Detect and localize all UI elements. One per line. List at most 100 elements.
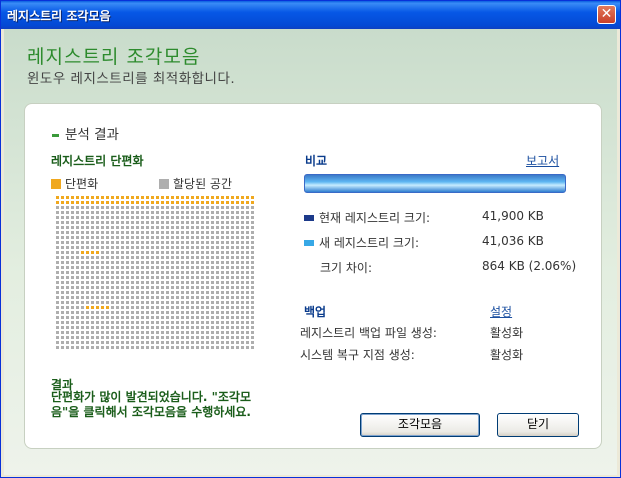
report-link[interactable]: 보고서 (526, 152, 559, 169)
allocated-block (76, 306, 79, 309)
allocated-block (146, 336, 149, 339)
allocated-block (116, 341, 119, 344)
comparison-title: 비교 (305, 154, 328, 168)
allocated-block (196, 246, 199, 249)
allocated-block (241, 326, 244, 329)
allocated-block (66, 241, 69, 244)
allocated-block (241, 336, 244, 339)
allocated-block (146, 311, 149, 314)
allocated-block (106, 251, 109, 254)
allocated-block (241, 291, 244, 294)
allocated-block (121, 206, 124, 209)
defrag-button[interactable]: 조각모음 (360, 413, 480, 437)
fragmented-block (216, 196, 219, 199)
allocated-block (186, 341, 189, 344)
allocated-block (236, 296, 239, 299)
allocated-block (161, 281, 164, 284)
fragmented-block (131, 201, 134, 204)
allocated-block (221, 336, 224, 339)
allocated-block (171, 256, 174, 259)
allocated-block (216, 216, 219, 219)
allocated-block (156, 246, 159, 249)
fragmented-block (206, 201, 209, 204)
allocated-block (236, 216, 239, 219)
allocated-block (101, 341, 104, 344)
allocated-block (206, 306, 209, 309)
registry-backup-label: 레지스트리 백업 파일 생성: (300, 326, 437, 340)
allocated-block (106, 336, 109, 339)
allocated-block (101, 286, 104, 289)
allocated-block (121, 276, 124, 279)
fragmented-block (241, 196, 244, 199)
allocated-block (111, 241, 114, 244)
allocated-block (141, 246, 144, 249)
allocated-block (171, 226, 174, 229)
close-button[interactable]: 닫기 (497, 413, 579, 437)
allocated-block (141, 226, 144, 229)
allocated-block (121, 291, 124, 294)
allocated-block (111, 251, 114, 254)
fragmented-block (76, 196, 79, 199)
allocated-block (81, 266, 84, 269)
allocated-block (66, 251, 69, 254)
allocated-block (106, 321, 109, 324)
allocated-block (241, 231, 244, 234)
allocated-block (216, 316, 219, 319)
allocated-block (171, 291, 174, 294)
allocated-block (201, 256, 204, 259)
allocated-block (101, 321, 104, 324)
allocated-block (251, 231, 254, 234)
allocated-block (56, 261, 59, 264)
allocated-block (196, 266, 199, 269)
allocated-block (71, 301, 74, 304)
allocated-block (66, 341, 69, 344)
allocated-block (186, 216, 189, 219)
allocated-block (96, 256, 99, 259)
allocated-block (246, 331, 249, 334)
close-window-button[interactable]: ✕ (597, 5, 616, 24)
allocated-block (251, 211, 254, 214)
allocated-block (151, 336, 154, 339)
allocated-block (81, 216, 84, 219)
allocated-block (211, 346, 214, 349)
allocated-block (166, 341, 169, 344)
allocated-block (216, 206, 219, 209)
allocated-block (101, 206, 104, 209)
fragmented-block (186, 196, 189, 199)
allocated-block (136, 246, 139, 249)
allocated-block (221, 231, 224, 234)
fragmented-block (191, 196, 194, 199)
allocated-block (116, 286, 119, 289)
allocated-block (181, 216, 184, 219)
allocated-block (221, 321, 224, 324)
allocated-block (66, 286, 69, 289)
allocated-block (181, 321, 184, 324)
allocated-block (141, 346, 144, 349)
allocated-block (186, 336, 189, 339)
fragmented-block (96, 196, 99, 199)
allocated-block (76, 276, 79, 279)
allocated-block (116, 291, 119, 294)
allocated-block (171, 211, 174, 214)
allocated-block (156, 256, 159, 259)
allocated-block (221, 221, 224, 224)
title-bar[interactable]: 레지스트리 조각모음 ✕ (1, 1, 620, 29)
allocated-block (81, 281, 84, 284)
allocated-block (101, 346, 104, 349)
allocated-block (56, 256, 59, 259)
allocated-block (156, 231, 159, 234)
backup-settings-link[interactable]: 설정 (490, 303, 512, 320)
fragmented-block (191, 201, 194, 204)
allocated-block (106, 286, 109, 289)
allocated-block (171, 341, 174, 344)
allocated-block (151, 306, 154, 309)
allocated-block (66, 331, 69, 334)
allocated-block (221, 241, 224, 244)
allocated-block (81, 331, 84, 334)
allocated-block (191, 261, 194, 264)
allocated-block (126, 226, 129, 229)
allocated-block (136, 311, 139, 314)
allocated-block (141, 206, 144, 209)
allocated-block (191, 266, 194, 269)
allocated-block (166, 296, 169, 299)
